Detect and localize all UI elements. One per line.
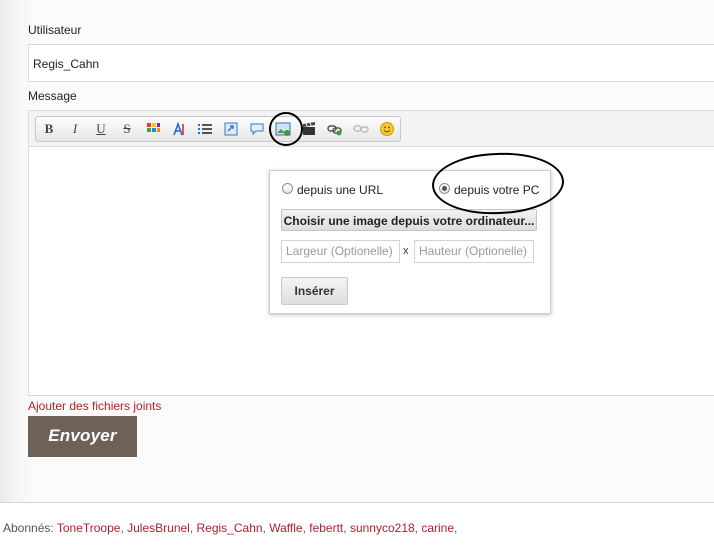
italic-button[interactable]: I [65, 120, 85, 138]
user-value: Regis_Cahn [33, 57, 100, 71]
subscriber-link[interactable]: sunnyco218 [350, 521, 415, 535]
subscriber-link[interactable]: Waffle [269, 521, 302, 535]
subscribers-line: Abonnés: ToneTroope, JulesBrunel, Regis_… [3, 521, 458, 535]
editor-toolbar: B I U S [35, 116, 401, 142]
subscriber-link[interactable]: febertt [309, 521, 343, 535]
unlink-button[interactable] [351, 120, 371, 138]
user-field[interactable]: Regis_Cahn [28, 44, 714, 82]
emoji-button[interactable] [377, 120, 397, 138]
subscriber-link[interactable]: JulesBrunel [127, 521, 190, 535]
unlink-icon [353, 125, 369, 133]
underline-button[interactable]: U [91, 120, 111, 138]
radio-url[interactable] [282, 183, 293, 194]
clapperboard-icon [303, 122, 315, 135]
radio-url-label: depuis une URL [297, 183, 384, 197]
insert-button[interactable]: Insérer [281, 277, 348, 305]
smiley-icon [380, 122, 394, 136]
strikethrough-button[interactable]: S [117, 120, 137, 138]
list-button[interactable] [195, 120, 215, 138]
speech-bubble-icon [250, 123, 264, 136]
editor-toolbar-area: B I U S [29, 111, 714, 147]
subscribers-label: Abonnés: [3, 521, 54, 535]
link-button[interactable] [325, 120, 345, 138]
color-palette-icon [147, 123, 160, 132]
annotation-circle-image-button [269, 112, 303, 146]
subscriber-link[interactable]: ToneTroope [57, 521, 121, 535]
text-size-icon [173, 121, 184, 136]
width-input[interactable]: Largeur (Optionelle) [281, 240, 400, 263]
bold-button[interactable]: B [39, 120, 59, 138]
link-page-icon [224, 122, 238, 136]
quote-button[interactable] [247, 120, 267, 138]
user-label: Utilisateur [28, 23, 82, 37]
list-icon [198, 124, 212, 134]
message-label: Message [28, 89, 77, 103]
color-button[interactable] [143, 120, 163, 138]
reply-panel: Utilisateur Regis_Cahn Message B I U S d… [0, 0, 714, 503]
font-size-button[interactable] [169, 120, 189, 138]
height-input[interactable]: Hauteur (Optionelle) [414, 240, 534, 263]
dimension-separator: x [403, 245, 409, 257]
subscriber-link[interactable]: carine [421, 521, 454, 535]
subscriber-link[interactable]: Regis_Cahn [197, 521, 263, 535]
send-button[interactable]: Envoyer [28, 416, 137, 457]
attach-files-link[interactable]: Ajouter des fichiers joints [28, 399, 161, 413]
link-icon [327, 125, 342, 136]
link-page-button[interactable] [221, 120, 241, 138]
